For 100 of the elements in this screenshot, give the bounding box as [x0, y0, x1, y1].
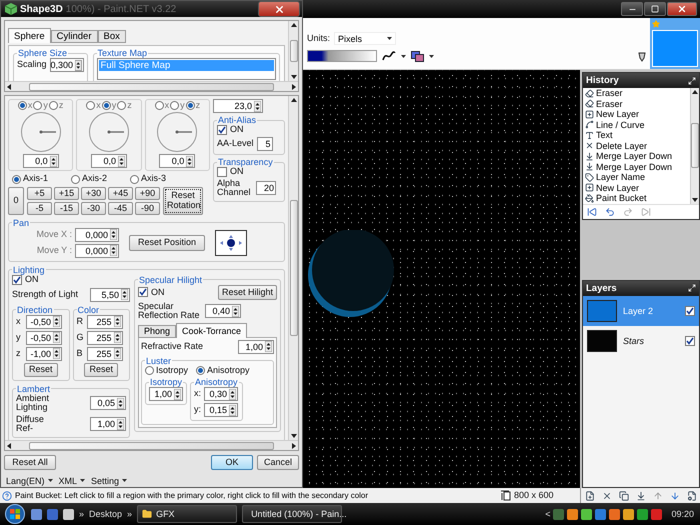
number-field[interactable]: 5 [256, 137, 273, 151]
reset-button[interactable]: Reset [84, 362, 118, 377]
number-field[interactable]: -1,00 [26, 346, 62, 361]
add-layer-icon[interactable] [584, 490, 594, 500]
history-item[interactable]: Text [583, 130, 690, 140]
radio-button[interactable] [186, 101, 195, 110]
history-item[interactable]: Merge Layer Down [583, 151, 690, 162]
history-item[interactable]: Merge Layer Down [583, 162, 690, 172]
panel-toggle-icon[interactable] [688, 284, 696, 292]
number-field[interactable]: 23,0 [213, 99, 263, 113]
number-field[interactable]: 0,0 [159, 154, 196, 168]
app-icon[interactable] [63, 508, 74, 520]
horizontal-scrollbar[interactable] [5, 81, 298, 91]
checkbox[interactable] [12, 274, 22, 285]
radio-button[interactable] [102, 101, 111, 110]
number-field[interactable]: 1,00 [238, 340, 274, 354]
app-icon[interactable] [31, 508, 42, 520]
history-item[interactable]: Paint Bucket [583, 193, 690, 204]
step-button[interactable]: -5 [27, 202, 52, 215]
vertical-scrollbar[interactable] [288, 21, 298, 81]
number-field[interactable]: 0,0 [90, 154, 127, 168]
history-item[interactable]: Delete Layer [583, 140, 690, 151]
checkbox[interactable] [685, 306, 695, 316]
tray-icon[interactable] [623, 508, 634, 520]
step-button[interactable]: -15 [54, 202, 79, 215]
step-button[interactable]: -90 [135, 202, 160, 215]
rewind-icon[interactable] [587, 206, 597, 216]
checkbox[interactable] [138, 287, 148, 298]
tab[interactable]: Sphere [8, 28, 51, 43]
vertical-scrollbar[interactable] [288, 96, 298, 440]
reset-button[interactable]: Reset [24, 362, 58, 377]
reset-all-button[interactable]: Reset All [4, 455, 56, 470]
reset-position-button[interactable]: Reset Position [129, 234, 206, 251]
step-button[interactable]: +5 [27, 186, 52, 200]
history-item[interactable]: Layer Name [583, 172, 690, 182]
start-button[interactable] [4, 504, 26, 524]
move-down-icon[interactable] [670, 490, 680, 500]
step-button[interactable]: +90 [135, 186, 160, 200]
number-field[interactable]: 0,30 [204, 387, 238, 402]
units-dropdown[interactable]: Pixels [334, 32, 396, 45]
duplicate-icon[interactable] [618, 490, 628, 500]
blend-mode-icon[interactable] [411, 50, 424, 62]
checkbox[interactable] [685, 336, 695, 346]
menu-button[interactable]: Setting [91, 476, 128, 486]
tray-icon[interactable] [595, 508, 606, 520]
step-button[interactable]: -45 [108, 202, 133, 215]
pan-control[interactable] [215, 230, 248, 256]
reset-hilight-button[interactable]: Reset Hilight [218, 284, 277, 300]
step-button[interactable]: +30 [81, 186, 106, 200]
tab[interactable]: Phong [138, 324, 176, 338]
radio-button[interactable] [18, 101, 27, 110]
number-field[interactable]: 1,00 [149, 387, 183, 402]
number-field[interactable]: 0,05 [90, 396, 126, 410]
maximize-button[interactable] [644, 2, 666, 16]
step-button[interactable]: +45 [108, 186, 133, 200]
reset-rotation-button[interactable]: Reset Rotation [163, 186, 203, 215]
tray-icon[interactable] [637, 508, 648, 520]
checkbox[interactable] [217, 167, 227, 177]
number-field[interactable]: 0,000 [75, 228, 119, 242]
undo-icon[interactable] [605, 206, 615, 216]
tray-icon[interactable] [581, 508, 592, 520]
radio-button[interactable] [33, 101, 42, 110]
radio-button[interactable] [71, 174, 80, 184]
number-field[interactable]: 0,0 [22, 154, 59, 168]
horizontal-scrollbar[interactable] [5, 440, 298, 450]
number-field[interactable]: 0,300 [50, 58, 84, 72]
number-field[interactable]: -0,50 [26, 330, 62, 345]
radio-button[interactable] [196, 366, 206, 375]
primary-color-swatch[interactable] [652, 30, 698, 67]
panel-toggle-icon[interactable] [688, 76, 696, 84]
curve-icon[interactable] [382, 51, 396, 61]
radio-button[interactable] [154, 101, 164, 110]
radio-button[interactable] [117, 101, 126, 110]
history-item[interactable]: Eraser [583, 88, 690, 98]
close-button[interactable] [258, 1, 300, 17]
vertical-scrollbar[interactable] [690, 88, 699, 204]
radio-button[interactable] [86, 101, 96, 110]
taskbar-button[interactable]: GFX [137, 505, 238, 523]
tray-icon[interactable] [609, 508, 620, 520]
number-field[interactable]: 0,40 [205, 304, 241, 318]
history-item[interactable]: New Layer [583, 182, 690, 193]
merge-down-icon[interactable] [636, 490, 646, 500]
tray-icon[interactable] [567, 508, 578, 520]
close-button[interactable] [667, 2, 697, 16]
number-field[interactable]: 5,50 [90, 288, 130, 302]
tool-icon[interactable] [638, 52, 646, 62]
radio-button[interactable] [48, 101, 58, 110]
number-field[interactable]: 0,15 [204, 403, 238, 418]
radio-button[interactable] [145, 366, 154, 375]
tab[interactable]: Cook-Torrance [176, 322, 248, 338]
zero-button[interactable]: 0 [8, 186, 24, 215]
tab[interactable]: Cylinder [50, 30, 98, 43]
number-field[interactable]: 255 [86, 314, 122, 329]
number-field[interactable]: 20 [256, 181, 276, 196]
number-field[interactable]: 255 [86, 346, 122, 361]
tab[interactable]: Box [98, 30, 126, 43]
number-field[interactable]: 1,00 [90, 417, 126, 432]
radio-button[interactable] [170, 101, 180, 110]
radio-button[interactable] [130, 174, 139, 184]
number-field[interactable]: 0,000 [75, 244, 119, 258]
